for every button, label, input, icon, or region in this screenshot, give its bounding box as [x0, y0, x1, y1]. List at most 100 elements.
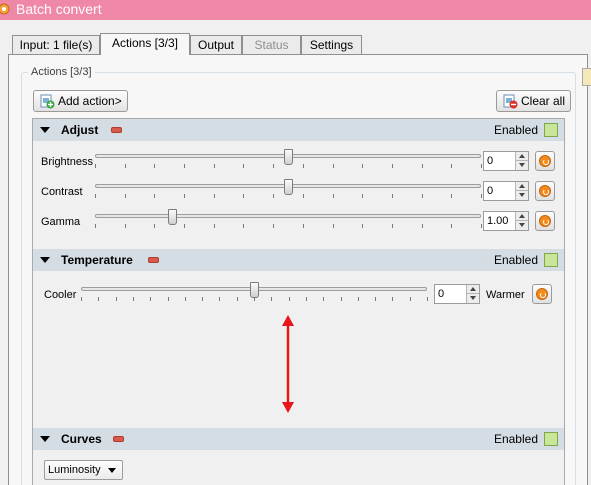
clear-all-label: Clear all	[521, 94, 566, 108]
slider-tick	[302, 164, 304, 168]
add-action-label: Add action>	[58, 94, 122, 108]
slider-tick	[243, 164, 245, 168]
slider-tick	[219, 297, 221, 301]
enabled-label-curves: Enabled	[493, 432, 538, 446]
tab-actions[interactable]: Actions [3/3]	[100, 33, 190, 55]
slider-tick	[332, 164, 334, 168]
slider-tick	[302, 194, 304, 198]
slider-tick	[302, 224, 304, 228]
contrast-spinbox[interactable]: 0	[483, 181, 529, 201]
window-title: Batch convert	[16, 1, 102, 17]
slider-tick	[323, 297, 325, 301]
section-header-curves[interactable]: Curves Enabled	[33, 428, 564, 450]
add-action-button[interactable]: Add action>	[33, 90, 128, 112]
side-panel-stub[interactable]	[582, 68, 591, 86]
chevron-down-icon	[108, 468, 116, 473]
slider-tick	[202, 297, 204, 301]
slider-tick	[184, 164, 186, 168]
slider-tick	[340, 297, 342, 301]
slider-tick	[481, 224, 482, 228]
temperature-value: 0	[438, 288, 445, 300]
brightness-spinbox[interactable]: 0	[483, 151, 529, 171]
spin-up-arrow-icon[interactable]	[466, 285, 479, 294]
slider-tick	[362, 164, 364, 168]
slider-tick	[271, 297, 273, 301]
tab-settings[interactable]: Settings	[301, 35, 362, 55]
temperature-slider[interactable]	[81, 282, 428, 301]
app-logo-icon	[0, 3, 10, 15]
contrast-reset-button[interactable]	[535, 181, 555, 201]
actions-group-title: Actions [3/3]	[28, 65, 95, 79]
brightness-label: Brightness	[41, 156, 93, 168]
reset-icon	[539, 185, 551, 197]
brightness-reset-button[interactable]	[535, 151, 555, 171]
slider-thumb[interactable]	[284, 149, 293, 165]
slider-thumb[interactable]	[168, 209, 178, 225]
checkbox-checked-icon[interactable]	[544, 253, 558, 267]
clear-all-icon	[503, 94, 518, 109]
slider-tick	[243, 224, 245, 228]
section-header-temperature[interactable]: Temperature Enabled	[33, 249, 564, 271]
slider-tick	[421, 224, 423, 228]
checkbox-checked-icon[interactable]	[544, 432, 558, 446]
slider-tick	[124, 224, 126, 228]
slider-tick	[391, 194, 393, 198]
gamma-slider[interactable]	[95, 209, 482, 228]
slider-thumb[interactable]	[250, 282, 259, 298]
triangle-down-icon[interactable]	[40, 257, 50, 263]
section-header-adjust[interactable]: Adjust Enabled	[33, 119, 564, 141]
reset-icon	[536, 288, 548, 300]
cooler-label: Cooler	[44, 289, 77, 301]
spin-down-arrow-icon[interactable]	[515, 161, 528, 170]
slider-tick	[154, 224, 156, 228]
slider-ticks	[95, 224, 482, 228]
slider-tick	[213, 164, 215, 168]
checkbox-checked-icon[interactable]	[544, 123, 558, 137]
remove-minus-icon[interactable]	[113, 436, 124, 442]
slider-tick	[481, 164, 482, 168]
slider-tick	[305, 297, 307, 301]
temperature-spinbox[interactable]: 0	[434, 284, 480, 304]
tab-output[interactable]: Output	[190, 35, 242, 55]
slider-tick	[451, 194, 453, 198]
slider-tick	[273, 164, 275, 168]
slider-tick	[124, 194, 126, 198]
curves-channel-select[interactable]: Luminosity	[44, 460, 123, 480]
spin-down-arrow-icon[interactable]	[466, 294, 479, 303]
gamma-spinbox[interactable]: 1.00	[483, 211, 529, 231]
slider-tick	[213, 224, 215, 228]
slider-tick	[451, 224, 453, 228]
remove-minus-icon[interactable]	[111, 127, 122, 133]
slider-tick	[236, 297, 238, 301]
slider-track	[95, 214, 481, 218]
remove-minus-icon[interactable]	[148, 257, 159, 263]
slider-tick	[243, 194, 245, 198]
spin-up-arrow-icon[interactable]	[515, 182, 528, 191]
slider-tick	[81, 297, 82, 301]
spin-up-arrow-icon[interactable]	[515, 152, 528, 161]
slider-thumb[interactable]	[284, 179, 293, 195]
slider-tick	[421, 164, 423, 168]
reset-icon	[539, 155, 551, 167]
triangle-down-icon[interactable]	[40, 127, 50, 133]
tab-input[interactable]: Input: 1 file(s)	[12, 35, 100, 55]
slider-tick	[184, 224, 186, 228]
slider-tick	[362, 194, 364, 198]
slider-tick	[132, 297, 134, 301]
temperature-reset-button[interactable]	[532, 284, 552, 304]
warmer-label: Warmer	[486, 289, 525, 301]
brightness-slider[interactable]	[95, 149, 482, 168]
contrast-slider[interactable]	[95, 179, 482, 198]
spin-up-arrow-icon[interactable]	[515, 212, 528, 221]
slider-tick	[427, 297, 428, 301]
spin-down-arrow-icon[interactable]	[515, 191, 528, 200]
spin-down-arrow-icon[interactable]	[515, 221, 528, 230]
clear-all-button[interactable]: Clear all	[496, 90, 572, 112]
gamma-reset-button[interactable]	[535, 211, 555, 231]
slider-tick	[332, 194, 334, 198]
slider-tick	[391, 164, 393, 168]
brightness-value: 0	[487, 155, 494, 167]
triangle-down-icon[interactable]	[40, 436, 50, 442]
gamma-label: Gamma	[41, 216, 81, 228]
slider-tick	[421, 194, 423, 198]
